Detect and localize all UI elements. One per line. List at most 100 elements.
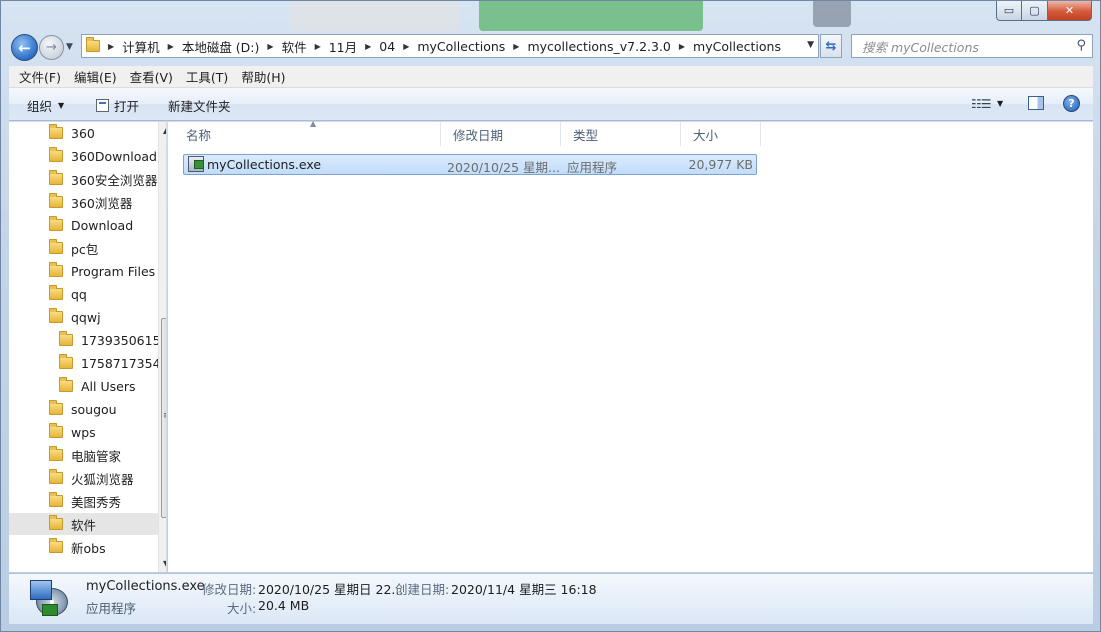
folder-icon (59, 331, 73, 346)
column-header-type[interactable]: 类型 (561, 122, 681, 146)
tree-item-label: 软件 (71, 517, 97, 533)
search-icon[interactable]: ⚲ (1076, 38, 1086, 53)
new-folder-label: 新建文件夹 (168, 99, 231, 114)
tree-item[interactable]: 360Download (49, 145, 157, 167)
tree-item-label: qq (71, 286, 87, 302)
chevron-right-icon[interactable]: ▶ (168, 42, 174, 51)
forward-button[interactable]: → (39, 35, 64, 60)
help-icon[interactable]: ? (1063, 95, 1080, 112)
breadcrumb-item[interactable]: 计算机 (122, 37, 160, 56)
chevron-right-icon[interactable]: ▶ (679, 42, 685, 51)
menu-tools[interactable]: 工具(T) (186, 67, 228, 86)
tree-item[interactable]: pc包 (49, 237, 98, 259)
tree-item-selected[interactable]: 软件 (9, 513, 158, 535)
breadcrumb-item[interactable]: 软件 (282, 37, 307, 56)
tree-item[interactable]: 火狐浏览器 (49, 467, 134, 489)
tree-item-label: 360 (71, 125, 95, 141)
tree-item[interactable]: 电脑管家 (49, 444, 121, 466)
menu-view[interactable]: 查看(V) (130, 67, 173, 86)
breadcrumb-item[interactable]: mycollections_v7.2.3.0 (527, 39, 670, 54)
file-list: 名称 ▲ 修改日期 类型 大小 myCollections.exe 2020/1… (168, 119, 1093, 572)
minimize-button[interactable]: ▭ (996, 1, 1022, 21)
tree-item[interactable]: 1739350615 (59, 329, 161, 351)
scroll-thumb[interactable]: ≡ (161, 318, 166, 518)
folder-icon (49, 193, 63, 208)
tree-item[interactable]: qqwj (49, 306, 101, 328)
tree-item[interactable]: sougou (49, 398, 117, 420)
details-created-value: 2020/11/4 星期三 16:18 (451, 582, 597, 597)
folder-icon (49, 308, 63, 323)
navigation-pane: 360 360Download 360安全浏览器 360浏览器 Download… (9, 122, 167, 572)
column-header-modified[interactable]: 修改日期 (441, 122, 561, 146)
file-row[interactable]: myCollections.exe 2020/10/25 星期... 应用程序 … (183, 154, 757, 175)
file-size: 20,977 KB (688, 157, 753, 172)
column-header-name[interactable]: 名称 ▲ (174, 119, 441, 146)
open-button[interactable]: 打开 (96, 96, 139, 115)
search-input[interactable]: 搜索 myCollections ⚲ (851, 34, 1093, 58)
tree-item[interactable]: All Users (59, 375, 135, 397)
folder-icon (49, 216, 63, 231)
folder-icon (49, 538, 63, 553)
chevron-right-icon[interactable]: ▶ (315, 42, 321, 51)
tree-item[interactable]: 360安全浏览器 (49, 168, 157, 190)
chevron-right-icon[interactable]: ▶ (513, 42, 519, 51)
tree-item[interactable]: 新obs (49, 536, 106, 558)
tree-item[interactable]: 360浏览器 (49, 191, 132, 213)
column-header-size[interactable]: 大小 (681, 122, 761, 146)
details-pane: myCollections.exe 应用程序 修改日期: 2020/10/25 … (9, 573, 1093, 624)
folder-icon (49, 400, 63, 415)
folder-icon (49, 515, 63, 530)
breadcrumb-item[interactable]: myCollections (693, 39, 781, 54)
address-history-dropdown[interactable]: ▼ (807, 40, 814, 50)
menu-edit[interactable]: 编辑(E) (74, 67, 117, 86)
chevron-right-icon[interactable]: ▶ (108, 42, 114, 51)
tree-item[interactable]: 1758717354 (59, 352, 161, 374)
refresh-icon: ⇆ (825, 38, 837, 54)
new-folder-button[interactable]: 新建文件夹 (168, 96, 231, 115)
tree-item[interactable]: 360 (49, 122, 95, 144)
breadcrumb-item[interactable]: 04 (379, 39, 395, 54)
menu-file[interactable]: 文件(F) (19, 67, 61, 86)
details-size-label: 大小: (227, 601, 257, 616)
breadcrumb-item[interactable]: 11月 (329, 37, 357, 56)
recent-pages-dropdown[interactable]: ▼ (66, 42, 73, 52)
organize-label: 组织 (27, 99, 53, 114)
tree-item[interactable]: qq (49, 283, 87, 305)
chevron-down-icon[interactable]: ▼ (997, 99, 1003, 108)
arrow-shape (42, 604, 58, 616)
tree-item-label: 360Download (71, 148, 157, 164)
scroll-up-icon[interactable]: ▲ (163, 126, 166, 135)
tree-item[interactable]: wps (49, 421, 96, 443)
folder-icon (49, 285, 63, 300)
scroll-down-icon[interactable]: ▼ (163, 559, 166, 568)
forward-arrow-icon: → (46, 40, 57, 55)
chevron-right-icon[interactable]: ▶ (403, 42, 409, 51)
tree-item-label: 1758717354 (81, 355, 161, 371)
maximize-button[interactable]: ▢ (1022, 1, 1048, 21)
view-options-icon[interactable]: ☷☰ (971, 97, 991, 111)
chevron-right-icon[interactable]: ▶ (365, 42, 371, 51)
tree-item-label: All Users (81, 378, 136, 394)
menu-help[interactable]: 帮助(H) (241, 67, 285, 86)
preview-pane-icon[interactable] (1028, 96, 1044, 110)
tree-item-label: Program Files (71, 263, 156, 279)
folder-icon (49, 170, 63, 185)
minimize-icon: ▭ (1003, 4, 1015, 17)
chevron-right-icon[interactable]: ▶ (267, 42, 273, 51)
application-icon (188, 156, 204, 172)
command-bar: 组织 ▼ 打开 新建文件夹 ☷☰ ▼ ? (9, 88, 1093, 121)
tree-item[interactable]: Download (49, 214, 133, 236)
refresh-button[interactable]: ⇆ (820, 34, 842, 58)
breadcrumb-item[interactable]: myCollections (417, 39, 505, 54)
organize-button[interactable]: 组织 ▼ (27, 96, 64, 115)
folder-icon (49, 147, 63, 162)
column-label: 大小 (693, 127, 719, 143)
address-bar[interactable]: ▶ 计算机 ▶ 本地磁盘 (D:) ▶ 软件 ▶ 11月 ▶ 04 ▶ myCo… (81, 34, 819, 58)
close-button[interactable]: ✕ (1048, 1, 1092, 21)
details-size-value: 20.4 MB (258, 598, 310, 613)
nav-scrollbar[interactable]: ▲ ≡ ▼ (158, 122, 166, 572)
tree-item[interactable]: Program Files (49, 260, 155, 282)
breadcrumb-item[interactable]: 本地磁盘 (D:) (182, 37, 260, 56)
back-button[interactable]: ← (11, 34, 38, 61)
tree-item[interactable]: 美图秀秀 (49, 490, 121, 512)
